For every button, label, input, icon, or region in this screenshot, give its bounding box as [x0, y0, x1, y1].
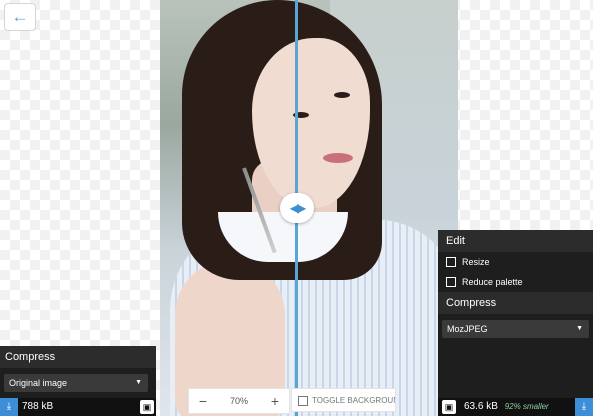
right-method-select[interactable]: MozJPEG ▼: [442, 320, 589, 338]
left-size-row: ⤓ 788 kB ▣: [0, 398, 156, 416]
back-button[interactable]: ←: [4, 3, 36, 31]
right-copy-settings-button[interactable]: ▣: [442, 400, 456, 414]
minus-icon: −: [198, 393, 208, 409]
zoom-input[interactable]: 70%: [217, 396, 261, 406]
left-copy-settings-button[interactable]: ▣: [140, 400, 154, 414]
left-compress-title: Compress: [0, 346, 156, 368]
zoom-controls: − 70% +: [188, 388, 290, 414]
plus-icon: +: [270, 393, 280, 409]
resize-checkbox[interactable]: [446, 257, 456, 267]
toggle-background-button[interactable]: TOGGLE BACKGROUND: [291, 388, 396, 412]
reduce-palette-label: Reduce palette: [462, 277, 523, 287]
toggle-background-label: TOGGLE BACKGROUND: [312, 396, 396, 405]
right-size-text: 63.6 kB 92% smaller: [464, 398, 549, 416]
drag-arrows-icon: ◀▶: [289, 201, 307, 215]
left-file-size: 788 kB: [22, 401, 54, 412]
caret-down-icon: ▼: [576, 325, 583, 332]
right-size-row: ▣ 63.6 kB 92% smaller ⤓: [438, 398, 593, 416]
right-file-size: 63.6 kB: [464, 401, 498, 412]
image-lips: [323, 153, 353, 163]
split-handle[interactable]: ◀▶: [280, 193, 314, 223]
background-icon: [298, 395, 308, 406]
right-method-value: MozJPEG: [447, 324, 488, 334]
resize-label: Resize: [462, 257, 490, 267]
zoom-in-button[interactable]: +: [261, 389, 289, 413]
left-method-value: Original image: [9, 378, 68, 388]
save-icon: ▣: [444, 402, 454, 412]
download-icon: ⤓: [581, 401, 587, 412]
image-eye-right: [334, 92, 350, 98]
left-options-panel: Compress Original image ▼ ⤓ 788 kB ▣: [0, 346, 156, 416]
arrow-left-icon: ←: [11, 7, 29, 26]
download-icon: ⤓: [6, 401, 12, 412]
right-options-panel: Edit Resize Reduce palette Compress MozJ…: [438, 230, 593, 416]
right-compress-title: Compress: [438, 292, 593, 314]
resize-option[interactable]: Resize: [438, 252, 593, 272]
caret-down-icon: ▼: [135, 379, 142, 386]
right-download-button[interactable]: ⤓: [575, 398, 593, 416]
left-download-button[interactable]: ⤓: [0, 398, 18, 416]
zoom-value: 70: [229, 396, 240, 406]
savings-percent: 92% smaller: [504, 402, 549, 411]
zoom-unit: %: [240, 396, 249, 406]
reduce-palette-checkbox[interactable]: [446, 277, 456, 287]
left-method-select[interactable]: Original image ▼: [4, 374, 148, 392]
save-icon: ▣: [142, 402, 152, 412]
reduce-palette-option[interactable]: Reduce palette: [438, 272, 593, 292]
edit-title: Edit: [438, 230, 593, 252]
zoom-out-button[interactable]: −: [189, 389, 217, 413]
